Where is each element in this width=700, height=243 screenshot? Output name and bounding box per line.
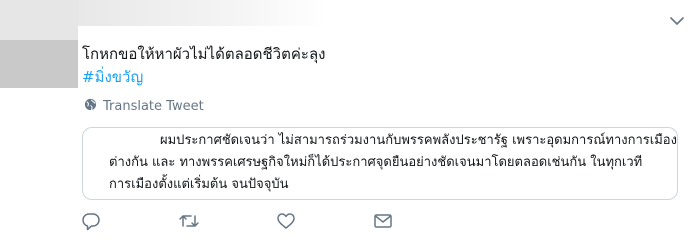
- tweet-actions: [80, 212, 400, 234]
- direct-message-button[interactable]: [372, 212, 394, 234]
- globe-icon: [84, 98, 97, 115]
- reply-icon: [81, 211, 101, 235]
- card-text-line: การเมืองตั้งแต่เริ่มต้น จนปัจจุบัน: [109, 177, 289, 192]
- hashtag-link[interactable]: #มิ่งขวัญ: [82, 66, 143, 88]
- avatar-blur-top: [0, 0, 78, 40]
- translate-label: Translate Tweet: [103, 98, 204, 114]
- like-button[interactable]: [275, 212, 297, 234]
- envelope-icon: [373, 211, 393, 235]
- reply-button[interactable]: [80, 212, 102, 234]
- avatar[interactable]: [0, 0, 78, 88]
- retweet-button[interactable]: [178, 212, 200, 234]
- tweet-text: โกหกขอให้หาผัวไม่ได้ตลอดชีวิตค่ะลุง: [82, 45, 326, 63]
- avatar-blur-bottom: [0, 40, 78, 88]
- retweet-icon: [178, 211, 200, 235]
- card-text-line: ต่างกัน และ ทางพรรคเศรษฐกิจใหม่ก็ได้ประก…: [109, 155, 643, 170]
- chevron-down-icon[interactable]: [668, 14, 686, 28]
- heart-icon: [276, 211, 296, 235]
- blurred-header-area: [78, 0, 328, 26]
- translate-tweet-button[interactable]: Translate Tweet: [84, 97, 204, 115]
- card-text-line: ผมประกาศชัดเจนว่า ไม่สามารถร่วมงานกับพรร…: [160, 133, 677, 148]
- image-card[interactable]: ผมประกาศชัดเจนว่า ไม่สามารถร่วมงานกับพรร…: [82, 127, 678, 200]
